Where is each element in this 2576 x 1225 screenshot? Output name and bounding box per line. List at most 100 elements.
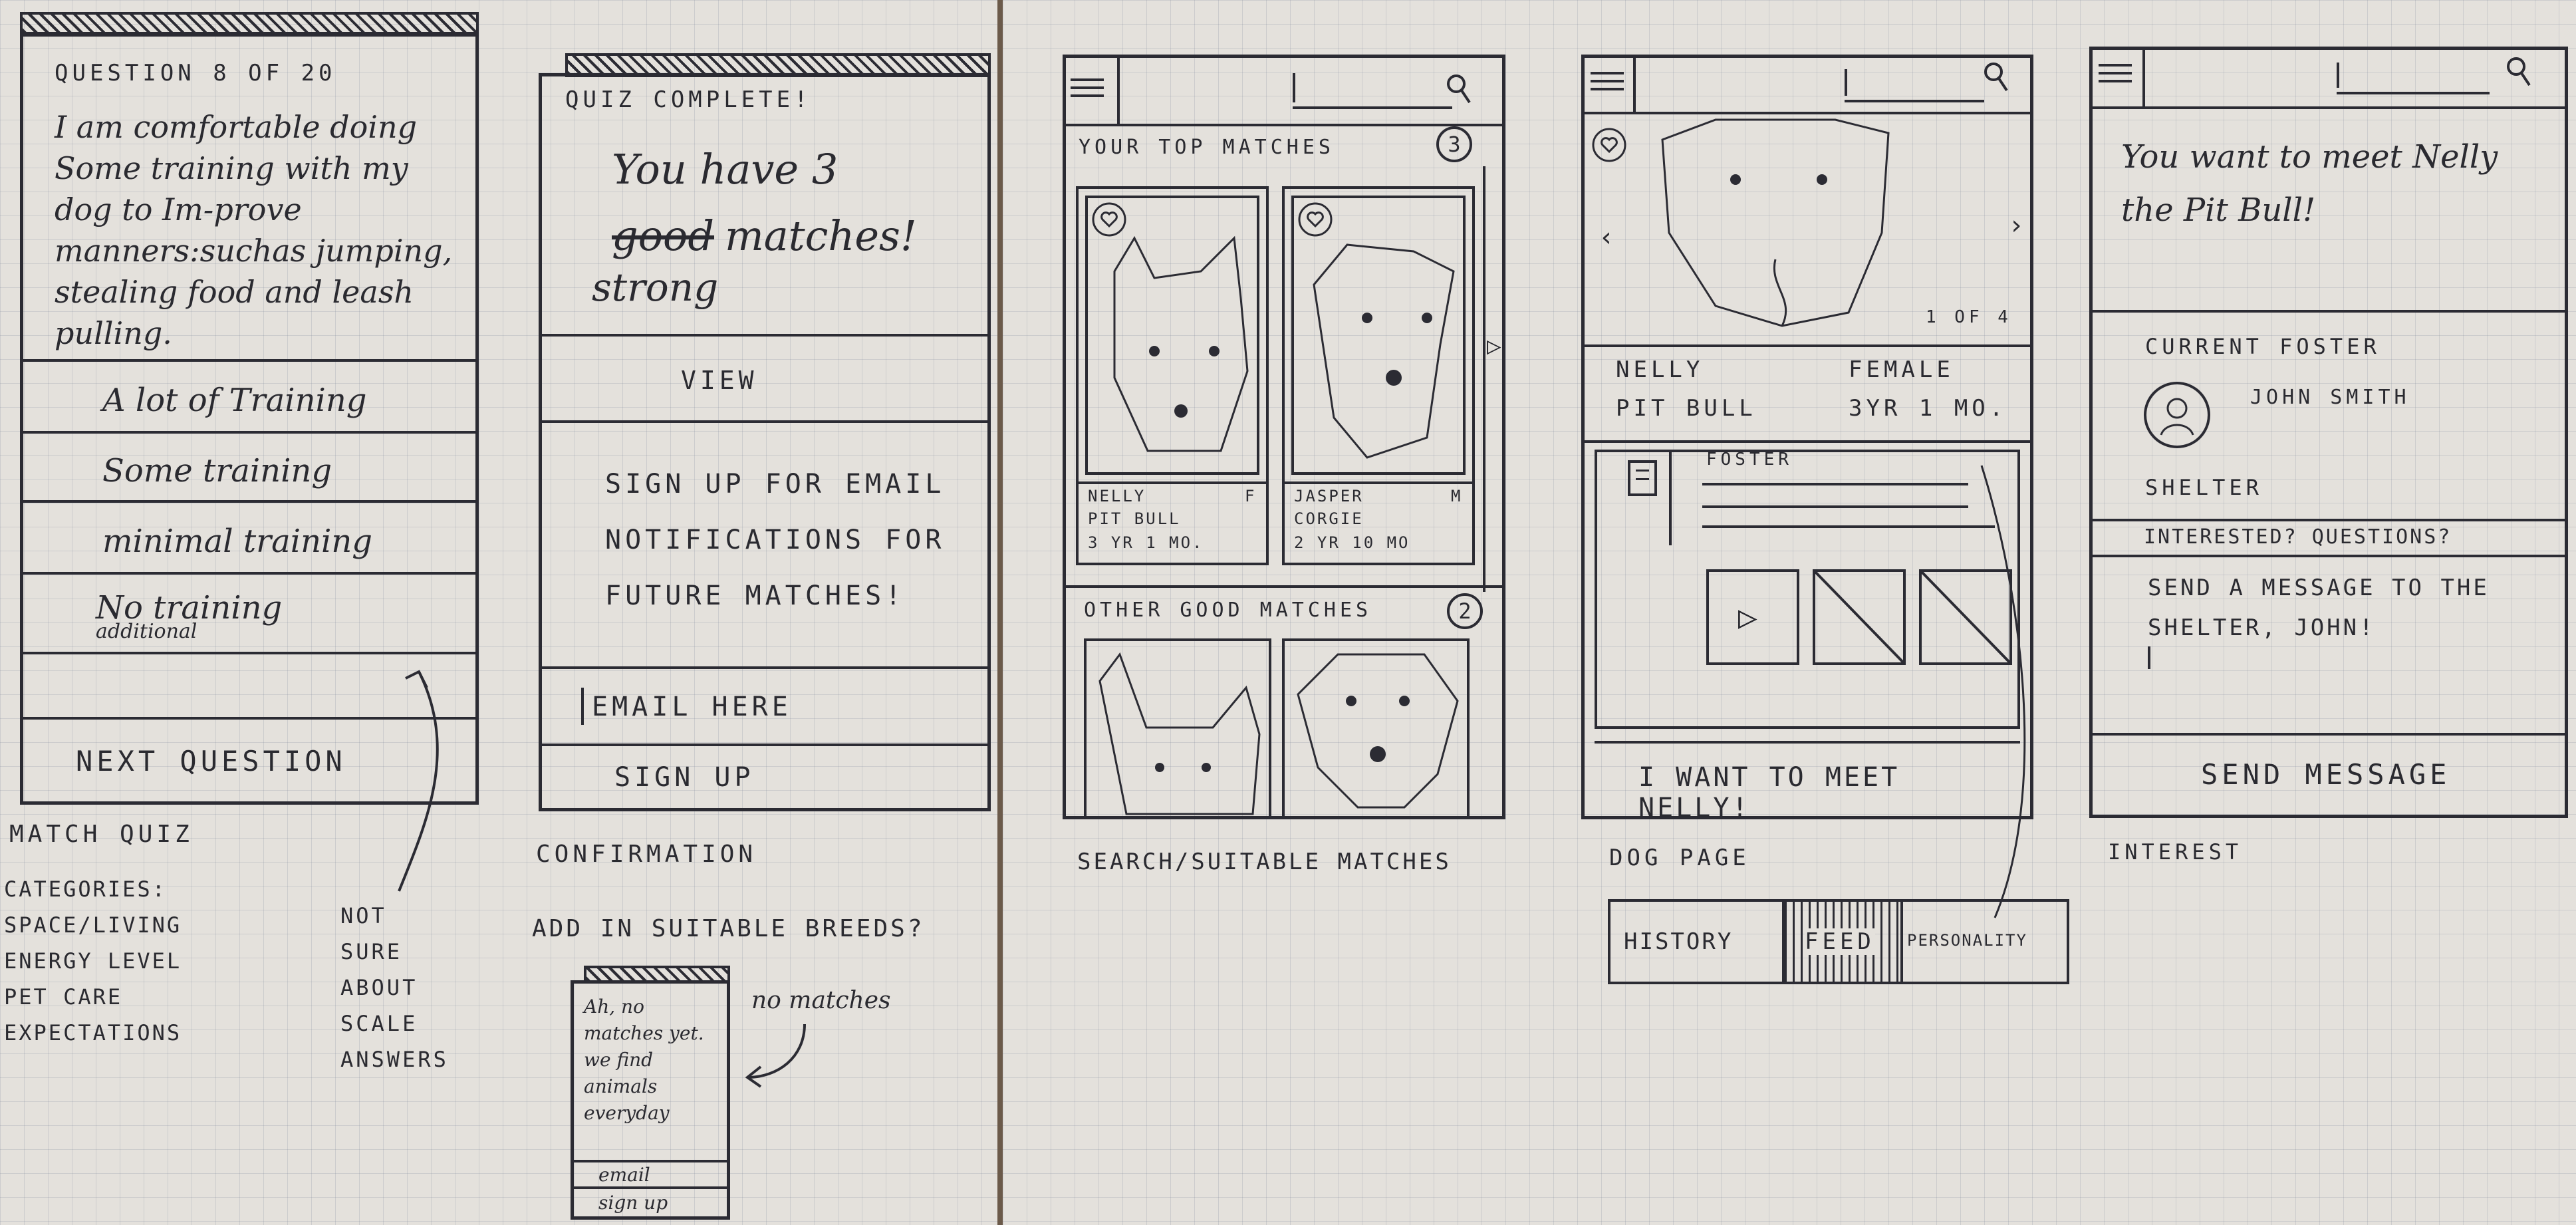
- other-match-card-2[interactable]: [1282, 638, 1470, 819]
- dog-sex: FEMALE: [1849, 356, 1954, 383]
- foster-avatar: [2144, 382, 2210, 448]
- foster-document-icon: [1628, 460, 1657, 496]
- card-name: NELLY: [1088, 487, 1146, 505]
- dog-sketch-icon: [1113, 235, 1249, 452]
- option-label: A lot of Training: [102, 382, 367, 419]
- no-matches-signup-button[interactable]: sign up: [598, 1192, 668, 1214]
- search-input[interactable]: [2334, 63, 2494, 96]
- screen-label-confirmation: CONFIRMATION: [536, 841, 757, 868]
- photo-counter: 1 OF 4: [1926, 307, 2012, 327]
- meet-dog-label: I WANT TO MEET NELLY!: [1638, 762, 1900, 823]
- card-breed: PIT BULL: [1088, 509, 1181, 528]
- annotation-arrow-icon: [745, 1023, 806, 1088]
- option-note: additional: [96, 620, 197, 643]
- next-question-label: NEXT QUESTION: [76, 745, 346, 777]
- dog-sketch-icon: [1313, 243, 1455, 459]
- favorite-heart-icon[interactable]: [1591, 126, 1628, 164]
- signup-prompt: SIGN UP FOR EMAIL NOTIFICATIONS FOR FUTU…: [605, 469, 946, 611]
- play-icon: ▷: [1738, 599, 1757, 636]
- sign-up-button[interactable]: SIGN UP: [541, 746, 988, 810]
- email-placeholder: EMAIL HERE: [592, 692, 792, 722]
- no-matches-message: Ah, no matches yet. we find animals ever…: [584, 996, 704, 1124]
- image-placeholder-icon: [1815, 572, 1903, 662]
- answer-option-a-lot[interactable]: A lot of Training: [23, 362, 476, 431]
- result-line-1: You have 3: [612, 145, 838, 194]
- no-matches-email-input[interactable]: email: [598, 1164, 650, 1186]
- send-message-button[interactable]: SEND MESSAGE: [2092, 736, 2565, 815]
- photo-thumbnail-2[interactable]: [1813, 569, 1906, 665]
- hamburger-menu-icon[interactable]: [2099, 59, 2132, 92]
- card-name: JASPER: [1294, 487, 1364, 505]
- annotation-arrow-icon: [1980, 465, 2026, 918]
- tab-history[interactable]: HISTORY: [1610, 902, 1781, 982]
- scroll-next-icon[interactable]: ▷: [1487, 333, 1501, 360]
- match-card-jasper[interactable]: JASPER M CORGIE 2 YR 10 MO: [1282, 186, 1475, 565]
- view-matches-button[interactable]: VIEW: [541, 337, 988, 420]
- answer-option-minimal[interactable]: minimal training: [23, 503, 476, 572]
- top-matches-title: YOUR TOP MATCHES: [1079, 136, 1335, 159]
- status-bar: [20, 12, 479, 35]
- match-card-nelly[interactable]: NELLY F PIT BULL 3 YR 1 MO.: [1076, 186, 1269, 565]
- dog-breed: PIT BULL: [1616, 395, 1757, 422]
- tab-feed[interactable]: FEED: [1782, 902, 1903, 982]
- tab-personality[interactable]: PERSONALITY: [1900, 902, 2067, 982]
- carousel-prev-icon[interactable]: ‹: [1599, 222, 1614, 253]
- hamburger-menu-icon[interactable]: [1071, 73, 1104, 106]
- search-icon[interactable]: [2504, 55, 2533, 88]
- breeds-note: ADD IN SUITABLE BREEDS?: [532, 915, 925, 942]
- other-matches-count-badge: 2: [1447, 593, 1483, 629]
- shelter-label: SHELTER: [2145, 475, 2263, 500]
- message-textarea[interactable]: SEND A MESSAGE TO THE SHELTER, JOHN!: [2092, 557, 2565, 732]
- screen-label-search: SEARCH/SUITABLE MATCHES: [1077, 849, 1452, 875]
- sign-up-label: SIGN UP: [614, 762, 755, 793]
- card-age: 3 YR 1 MO.: [1088, 533, 1204, 552]
- person-icon: [2160, 398, 2194, 436]
- option-label: minimal training: [102, 523, 372, 560]
- meet-dog-button[interactable]: I WANT TO MEET NELLY!: [1596, 744, 2019, 823]
- video-thumbnail[interactable]: ▷: [1706, 569, 1799, 665]
- dog-age: 3YR 1 MO.: [1849, 395, 2007, 422]
- interest-headline: You want to meet Nelly the Pit Bull!: [2121, 138, 2498, 229]
- screen-label-match-quiz: MATCH QUIZ: [9, 821, 193, 848]
- other-match-card-1[interactable]: [1084, 638, 1271, 819]
- option-label: Some training: [102, 452, 332, 489]
- struck-word: good: [612, 211, 715, 260]
- tab-label: PERSONALITY: [1907, 931, 2027, 950]
- tab-label: FEED: [1805, 928, 1875, 955]
- screen-label-interest: INTEREST: [2108, 839, 2243, 865]
- email-input[interactable]: EMAIL HERE: [541, 669, 988, 744]
- foster-label: FOSTER: [1706, 450, 1793, 470]
- search-input[interactable]: [1290, 73, 1456, 113]
- hamburger-menu-icon[interactable]: [1591, 67, 1624, 100]
- favorite-heart-icon[interactable]: [1297, 201, 1334, 238]
- categories-note: CATEGORIES: SPACE/LIVING ENERGY LEVEL PE…: [4, 877, 182, 1045]
- send-message-label: SEND MESSAGE: [2201, 758, 2451, 791]
- dog-sketch-icon: [1297, 653, 1459, 809]
- tab-label: HISTORY: [1624, 928, 1734, 955]
- search-icon[interactable]: [1444, 72, 1474, 105]
- view-label: VIEW: [681, 366, 758, 395]
- question-text: I am comfortable doing Some training wit…: [55, 109, 453, 351]
- search-icon[interactable]: [1982, 60, 2011, 93]
- no-matches-note: no matches: [751, 987, 891, 1014]
- dog-sketch-icon: [1098, 652, 1261, 815]
- quiz-complete-header: QUIZ COMPLETE!: [565, 86, 812, 113]
- result-line-2: matches!: [725, 211, 917, 260]
- question-counter: QUESTION 8 OF 20: [55, 60, 336, 86]
- current-foster-label: CURRENT FOSTER: [2145, 334, 2381, 359]
- other-matches-title: OTHER GOOD MATCHES: [1084, 599, 1372, 622]
- answer-option-some[interactable]: Some training: [23, 434, 476, 500]
- favorite-heart-icon[interactable]: [1091, 201, 1128, 238]
- search-input[interactable]: [1842, 69, 1988, 104]
- card-breed: CORGIE: [1294, 509, 1364, 528]
- message-text: SEND A MESSAGE TO THE SHELTER, JOHN!: [2148, 575, 2490, 641]
- carousel-next-icon[interactable]: ›: [2008, 210, 2024, 241]
- foster-name: JOHN SMITH: [2250, 386, 2410, 409]
- top-matches-count-badge: 3: [1436, 126, 1472, 162]
- answer-option-none[interactable]: No training additional: [23, 575, 476, 652]
- questions-label: INTERESTED? QUESTIONS?: [2144, 525, 2452, 549]
- card-sex: M: [1451, 487, 1461, 505]
- dog-name: NELLY: [1616, 356, 1704, 383]
- screen-label-dog-page: DOG PAGE: [1609, 845, 1750, 871]
- scale-note: NOT SURE ABOUT SCALE ANSWERS: [340, 903, 449, 1072]
